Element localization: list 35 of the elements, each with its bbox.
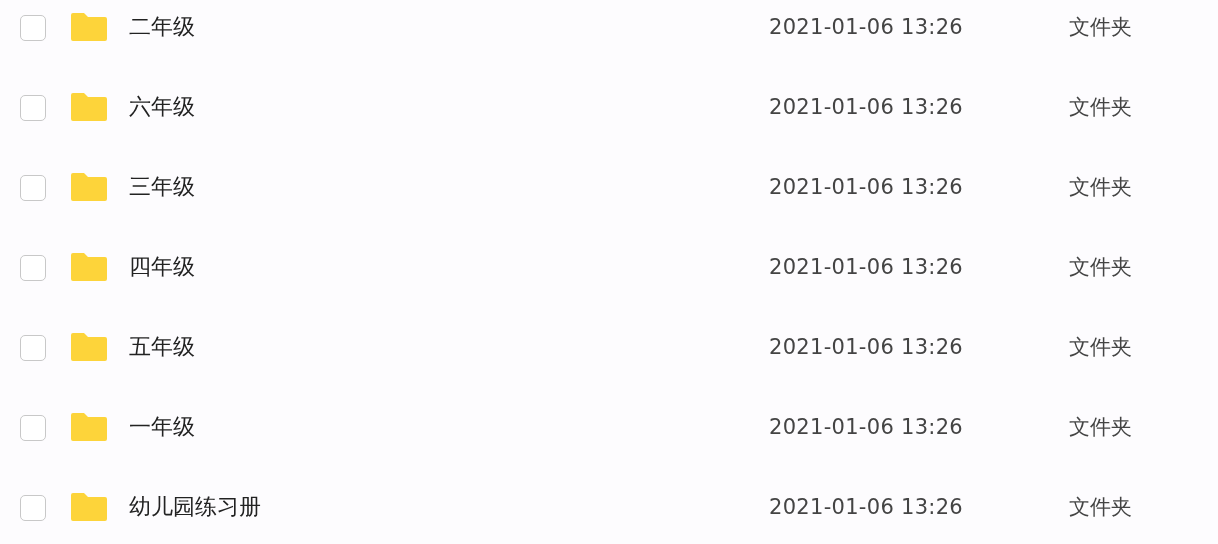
modified-date: 2021-01-06 13:26 — [769, 14, 965, 41]
checkbox[interactable] — [20, 335, 46, 361]
modified-date: 2021-01-06 13:26 — [769, 174, 965, 201]
checkbox[interactable] — [20, 415, 46, 441]
folder-icon — [69, 92, 109, 122]
checkbox[interactable] — [20, 15, 46, 41]
folder-icon — [69, 12, 109, 42]
file-type: 文件夹 — [1069, 14, 1132, 41]
checkbox[interactable] — [20, 255, 46, 281]
folder-name[interactable]: 二年级 — [129, 11, 769, 43]
file-type: 文件夹 — [1069, 494, 1132, 521]
modified-date: 2021-01-06 13:26 — [769, 94, 965, 121]
file-type: 文件夹 — [1069, 414, 1132, 441]
folder-icon — [69, 172, 109, 202]
modified-date: 2021-01-06 13:26 — [769, 254, 965, 281]
checkbox[interactable] — [20, 495, 46, 521]
checkbox[interactable] — [20, 95, 46, 121]
folder-icon — [69, 332, 109, 362]
file-type: 文件夹 — [1069, 254, 1132, 281]
folder-name[interactable]: 四年级 — [129, 251, 769, 283]
folder-name[interactable]: 六年级 — [129, 91, 769, 123]
folder-icon — [69, 492, 109, 522]
checkbox[interactable] — [20, 175, 46, 201]
folder-name[interactable]: 一年级 — [129, 411, 769, 443]
file-type: 文件夹 — [1069, 334, 1132, 361]
modified-date: 2021-01-06 13:26 — [769, 334, 965, 361]
file-type: 文件夹 — [1069, 94, 1132, 121]
folder-name[interactable]: 幼儿园练习册 — [129, 491, 769, 523]
modified-date: 2021-01-06 13:26 — [769, 414, 965, 441]
file-type: 文件夹 — [1069, 174, 1132, 201]
folder-name[interactable]: 五年级 — [129, 331, 769, 363]
modified-date: 2021-01-06 13:26 — [769, 494, 965, 521]
folder-icon — [69, 412, 109, 442]
folder-name[interactable]: 三年级 — [129, 171, 769, 203]
folder-icon — [69, 252, 109, 282]
